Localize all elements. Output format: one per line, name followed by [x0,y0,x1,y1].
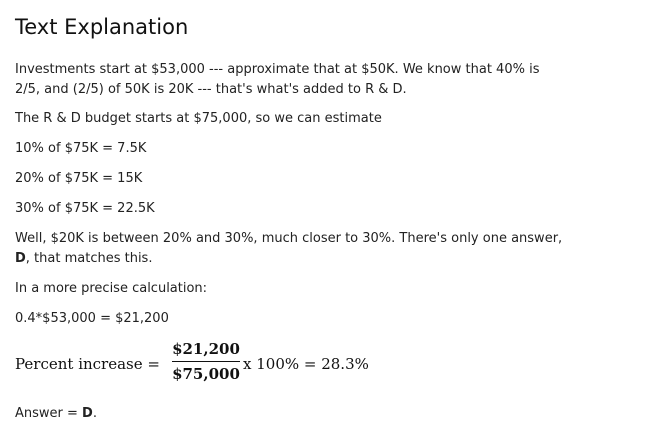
answer-letter-inline: D [15,251,26,266]
paragraph-rd-budget: The R & D budget starts at $75,000, so w… [15,111,382,126]
answer-prefix: Answer = [15,406,83,421]
page-title: Text Explanation [15,15,189,39]
formula-lhs: Percent increase = [15,355,160,373]
paragraph-investments-line2: 2/5, and (2/5) of 50K is 20K --- that's … [15,82,407,97]
formula-denominator: $75,000 [172,365,240,383]
estimate-20-percent: 20% of $75K = 15K [15,171,143,186]
formula-numerator: $21,200 [172,340,240,358]
paragraph-conclusion-line1: Well, $20K is between 20% and 30%, much … [15,231,563,246]
paragraph-conclusion-line2: D, that matches this. [15,249,152,269]
paragraph-investments-line1: Investments start at $53,000 --- approxi… [15,62,540,77]
formula-fraction: $21,200 $75,000 [172,340,240,384]
paragraph-precise-intro: In a more precise calculation: [15,281,208,296]
answer-suffix: . [92,406,97,421]
estimate-10-percent: 10% of $75K = 7.5K [15,141,147,156]
fraction-bar [172,361,240,362]
answer-letter: D [82,406,93,421]
estimate-30-percent: 30% of $75K = 22.5K [15,201,155,216]
paragraph-conclusion-rest: , that matches this. [25,251,153,266]
paragraph-precise-calc: 0.4*$53,000 = $21,200 [15,311,169,326]
formula-rhs: x 100% = 28.3% [243,355,369,373]
answer-line: Answer = D. [15,404,97,424]
